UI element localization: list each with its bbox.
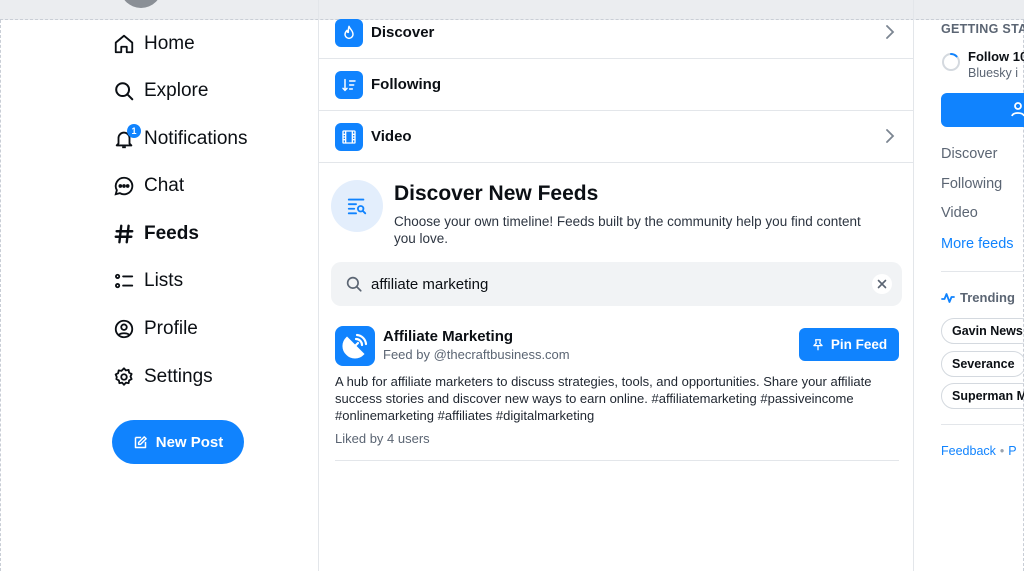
- film-icon: [335, 122, 363, 151]
- getting-started-title: GETTING STA: [941, 22, 1024, 36]
- trending-header: Trending: [941, 290, 1015, 305]
- nav-label: Notifications: [144, 128, 248, 149]
- list-icon: [112, 269, 136, 293]
- feed-row-discover[interactable]: Discover: [319, 7, 913, 59]
- pin-feed-button[interactable]: Pin Feed: [799, 328, 899, 361]
- chevron-right-icon: [885, 24, 895, 45]
- nav-label: Profile: [144, 318, 198, 339]
- nav-item-home[interactable]: Home: [112, 29, 195, 59]
- home-icon: [112, 32, 136, 56]
- feed-liked-count[interactable]: Liked by 4 users: [335, 431, 430, 446]
- nav-label: Explore: [144, 80, 209, 101]
- close-icon: [877, 279, 887, 289]
- feed-row-label: Video: [371, 128, 412, 145]
- sort-list-icon: [335, 70, 363, 99]
- nav-item-chat[interactable]: Chat: [112, 171, 184, 201]
- pin-icon: [813, 338, 823, 350]
- trending-pill[interactable]: Gavin News: [941, 318, 1024, 344]
- feed-row-following[interactable]: Following: [319, 59, 913, 111]
- nav-item-lists[interactable]: Lists: [112, 266, 183, 296]
- notification-badge: 1: [127, 124, 141, 138]
- search-icon: [112, 79, 136, 103]
- pin-feed-label: Pin Feed: [830, 337, 888, 352]
- discover-title: Discover New Feeds: [394, 182, 599, 205]
- chevron-right-icon: [885, 128, 895, 149]
- feedback-link[interactable]: Feedback: [941, 444, 996, 458]
- divider: [941, 271, 1024, 272]
- new-post-label: New Post: [155, 433, 224, 451]
- feed-avatar: [335, 326, 375, 366]
- trending-pill[interactable]: Superman M: [941, 383, 1024, 409]
- nav-item-explore[interactable]: Explore: [112, 76, 208, 106]
- gear-icon: [112, 365, 136, 389]
- nav-item-notifications[interactable]: 1 Notifications: [112, 124, 248, 154]
- nav-label: Settings: [144, 366, 213, 387]
- left-nav: Home Explore 1 Notifications Chat Feeds …: [0, 20, 318, 571]
- right-link-video[interactable]: Video: [941, 205, 978, 221]
- privacy-link[interactable]: P: [1008, 444, 1016, 458]
- compose-icon: [134, 435, 147, 448]
- feed-row-label: Following: [371, 76, 441, 93]
- user-circle-icon: [112, 317, 136, 341]
- right-sidebar: GETTING STA Follow 10 Bluesky i Discover…: [914, 0, 1024, 571]
- separator-dot: •: [999, 444, 1005, 458]
- nav-label: Feeds: [144, 223, 199, 244]
- divider: [941, 424, 1024, 425]
- feed-row-label: Discover: [371, 24, 435, 41]
- flame-icon: [335, 18, 363, 47]
- feed-result-card[interactable]: Affiliate Marketing Feed by @thecraftbus…: [335, 324, 899, 461]
- nav-label: Lists: [144, 270, 184, 291]
- nav-item-feeds[interactable]: Feeds: [112, 219, 199, 249]
- feed-author[interactable]: Feed by @thecraftbusiness.com: [383, 347, 570, 362]
- progress-ring-icon: [942, 53, 960, 71]
- discover-subtitle: Choose your own timeline! Feeds built by…: [394, 214, 861, 246]
- chat-bubble-icon: [112, 174, 136, 198]
- search-icon: [346, 276, 362, 292]
- feed-title[interactable]: Affiliate Marketing: [383, 328, 513, 345]
- more-feeds-link[interactable]: More feeds: [941, 236, 1014, 252]
- footer-links: Feedback • P: [941, 444, 1017, 458]
- getting-started-task: Follow 10: [968, 49, 1024, 64]
- clear-search-button[interactable]: [872, 274, 892, 294]
- nav-item-profile[interactable]: Profile: [112, 314, 198, 344]
- bell-icon: 1: [112, 124, 141, 151]
- right-link-discover[interactable]: Discover: [941, 146, 997, 162]
- trending-label: Trending: [960, 290, 1015, 305]
- search-input[interactable]: [371, 275, 851, 293]
- getting-started-button[interactable]: [941, 93, 1024, 127]
- avatar[interactable]: [120, 0, 162, 8]
- nav-label: Chat: [144, 175, 185, 196]
- add-user-icon: [1011, 101, 1024, 122]
- app-window: Home Explore 1 Notifications Chat Feeds …: [0, 0, 1024, 571]
- feed-description: A hub for affiliate marketers to discuss…: [335, 374, 872, 423]
- trending-pill[interactable]: Severance: [941, 351, 1024, 377]
- feeds-main: Discover Following Video Discover New Fe…: [318, 0, 914, 571]
- feed-row-video[interactable]: Video: [319, 111, 913, 163]
- new-post-button[interactable]: New Post: [112, 420, 244, 464]
- hash-icon: [112, 222, 136, 246]
- feed-search-box: [331, 262, 902, 306]
- getting-started-task-sub: Bluesky i: [968, 66, 1019, 80]
- satellite-dish-icon: [342, 333, 368, 359]
- trending-icon: [941, 292, 955, 303]
- right-link-following[interactable]: Following: [941, 176, 1002, 192]
- nav-item-settings[interactable]: Settings: [112, 362, 213, 392]
- discover-header: Discover New Feeds Choose your own timel…: [331, 180, 891, 250]
- nav-label: Home: [144, 33, 195, 54]
- list-search-icon: [331, 180, 383, 232]
